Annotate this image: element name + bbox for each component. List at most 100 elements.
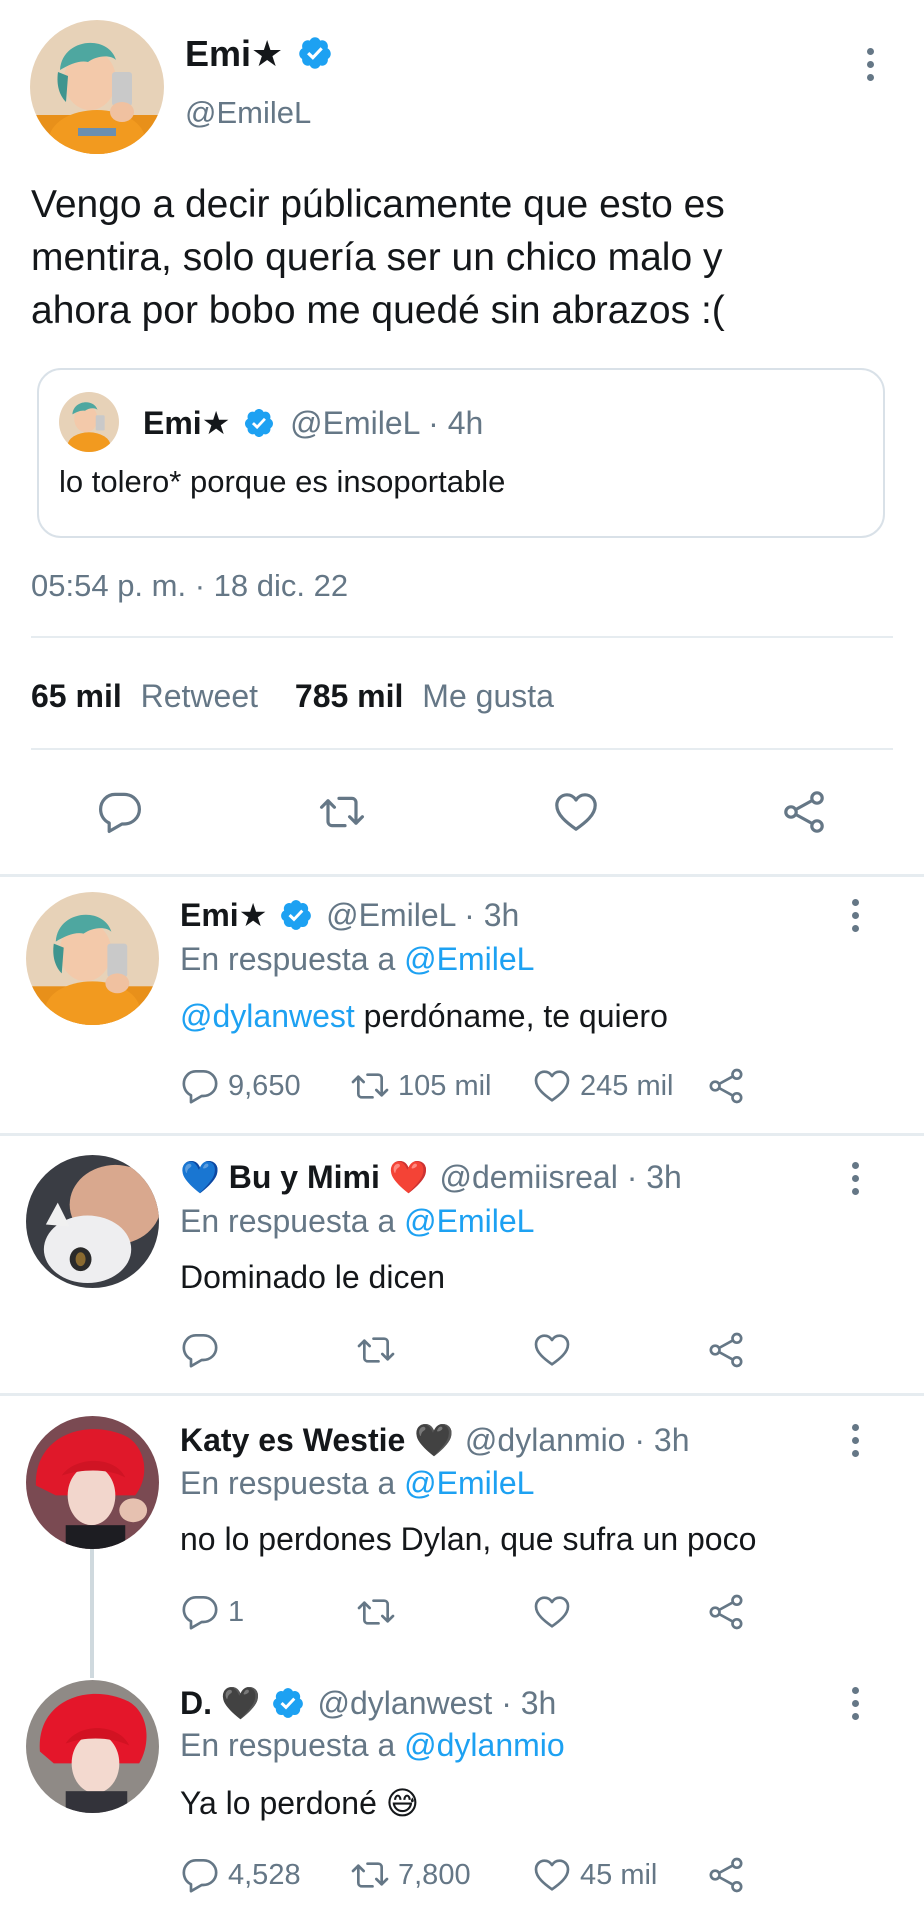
like-icon [552, 788, 600, 836]
retweet-stat[interactable]: 65 mil Retweet [31, 678, 258, 714]
display-name[interactable]: Emi★ [180, 897, 267, 933]
more-options-icon[interactable] [843, 1420, 867, 1460]
reply-to-link[interactable]: @EmileL [404, 941, 534, 977]
like-button[interactable] [552, 788, 600, 836]
reply-text: Ya lo perdoné 😅 [180, 1785, 420, 1821]
avatar[interactable] [30, 20, 164, 154]
avatar[interactable] [26, 892, 159, 1025]
mention-link[interactable]: @dylanwest [180, 998, 355, 1034]
more-options-icon[interactable] [843, 1683, 867, 1723]
share-icon [706, 1855, 746, 1895]
share-icon [706, 1330, 746, 1370]
reply-to-link[interactable]: @EmileL [404, 1465, 534, 1501]
divider [31, 636, 893, 638]
reply-button[interactable]: 4,528 [180, 1855, 301, 1895]
tweet-time: · 3h [464, 897, 520, 933]
display-name[interactable]: Bu y Mimi [229, 1159, 380, 1195]
divider [31, 748, 893, 750]
more-options-icon[interactable] [843, 1158, 867, 1198]
quoted-header: Emi★ @EmileL · 4h [143, 404, 483, 442]
display-name[interactable]: Emi★ [185, 33, 333, 75]
avatar[interactable] [26, 1416, 159, 1549]
reply-button[interactable] [96, 788, 144, 836]
share-button[interactable] [706, 1592, 746, 1632]
quoted-name: Emi★ [143, 405, 231, 441]
share-button[interactable] [706, 1066, 746, 1106]
reply-context: En respuesta a @EmileL [180, 941, 535, 977]
like-button[interactable]: 45 mil [532, 1855, 657, 1895]
user-handle[interactable]: @dylanmio [465, 1422, 626, 1458]
avatar [59, 392, 119, 452]
retweet-button[interactable] [356, 1330, 396, 1370]
retweet-button[interactable] [356, 1592, 396, 1632]
like-button[interactable] [532, 1330, 572, 1370]
retweet-button[interactable]: 7,800 [350, 1855, 471, 1895]
separator [0, 874, 924, 877]
reply-icon [180, 1855, 220, 1895]
share-icon [780, 788, 828, 836]
retweet-icon [356, 1592, 396, 1632]
like-button[interactable] [532, 1592, 572, 1632]
reply-to-link[interactable]: @EmileL [404, 1203, 534, 1239]
thread-line [90, 1548, 94, 1678]
quoted-text: lo tolero* porque es insoportable [59, 464, 506, 499]
retweet-button[interactable] [318, 788, 366, 836]
user-handle[interactable]: @EmileL [326, 897, 455, 933]
emoji-after: ❤️ [388, 1159, 429, 1195]
separator [0, 1133, 924, 1136]
like-icon [532, 1066, 572, 1106]
user-handle[interactable]: @dylanwest [318, 1685, 493, 1721]
reply-context: En respuesta a @EmileL [180, 1203, 535, 1239]
share-button[interactable] [706, 1330, 746, 1370]
reply-text: no lo perdones Dylan, que sufra un poco [180, 1521, 757, 1557]
tweet-time: · 3h [626, 1159, 682, 1195]
reply-icon [96, 788, 144, 836]
reply-text: Dominado le dicen [180, 1259, 446, 1295]
share-button[interactable] [706, 1855, 746, 1895]
avatar[interactable] [26, 1155, 159, 1288]
like-button[interactable]: 245 mil [532, 1066, 674, 1106]
tweet-stats: 65 mil Retweet 785 mil Me gusta [31, 678, 554, 715]
display-name[interactable]: D. [180, 1685, 212, 1721]
user-handle[interactable]: @EmileL [185, 95, 311, 131]
verified-badge-icon [297, 35, 333, 71]
retweet-icon [350, 1855, 390, 1895]
reply-icon [180, 1066, 220, 1106]
reply-button[interactable] [180, 1330, 220, 1370]
verified-badge-icon [279, 898, 313, 932]
reply-button[interactable]: 1 [180, 1592, 244, 1632]
reply-header: Emi★ @EmileL · 3h [180, 896, 519, 934]
like-stat[interactable]: 785 mil Me gusta [295, 678, 554, 714]
share-button[interactable] [780, 788, 828, 836]
emoji-after: 🖤 [220, 1685, 261, 1721]
reply-header: D. 🖤 @dylanwest · 3h [180, 1684, 556, 1722]
tweet-time: · 3h [634, 1422, 690, 1458]
more-options-icon[interactable] [843, 895, 867, 935]
reply-context: En respuesta a @dylanmio [180, 1727, 565, 1763]
quoted-tweet[interactable]: Emi★ @EmileL · 4h lo tolero* porque es i… [37, 368, 885, 538]
tweet-timestamp[interactable]: 05:54 p. m. · 18 dic. 22 [31, 568, 348, 604]
reply-header: 💙 Bu y Mimi ❤️ @demiisreal · 3h [180, 1158, 682, 1196]
retweet-icon [356, 1330, 396, 1370]
quoted-time: · 4h [428, 405, 484, 441]
quoted-handle: @EmileL [290, 405, 420, 441]
like-icon [532, 1330, 572, 1370]
display-name[interactable]: Katy es Westie [180, 1422, 405, 1458]
emoji-after: 🖤 [414, 1422, 455, 1458]
reply-to-link[interactable]: @dylanmio [404, 1727, 565, 1763]
retweet-button[interactable]: 105 mil [350, 1066, 492, 1106]
share-icon [706, 1066, 746, 1106]
like-icon [532, 1855, 572, 1895]
more-options-icon[interactable] [858, 44, 882, 84]
reply-text: @dylanwest perdóname, te quiero [180, 998, 668, 1034]
verified-badge-icon [271, 1686, 305, 1720]
avatar[interactable] [26, 1680, 159, 1813]
reply-icon [180, 1592, 220, 1632]
reply-button[interactable]: 9,650 [180, 1066, 301, 1106]
tweet-text: Vengo a decir públicamente que esto es m… [31, 183, 725, 332]
user-handle[interactable]: @demiisreal [439, 1159, 617, 1195]
emoji-before: 💙 [180, 1159, 220, 1195]
verified-badge-icon [243, 407, 275, 439]
reply-header: Katy es Westie 🖤 @dylanmio · 3h [180, 1421, 690, 1459]
like-icon [532, 1592, 572, 1632]
